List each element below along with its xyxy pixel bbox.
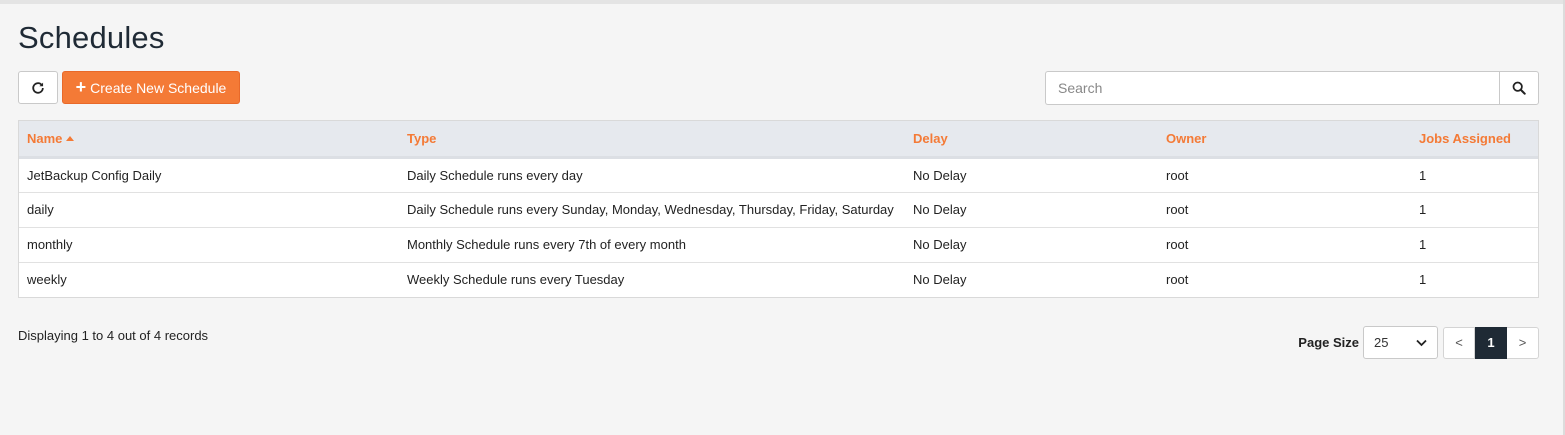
cell-type: Daily Schedule runs every day: [407, 167, 583, 183]
table-row[interactable]: JetBackup Config Daily Daily Schedule ru…: [19, 157, 1538, 192]
search-icon: [1512, 81, 1526, 95]
cell-owner: root: [1158, 261, 1411, 297]
cell-jobs-assigned: 1: [1411, 261, 1538, 297]
cell-name: daily: [19, 191, 399, 227]
cell-type: Monthly Schedule runs every 7th of every…: [399, 226, 905, 262]
records-info: Displaying 1 to 4 out of 4 records: [18, 328, 209, 343]
page-size-label: Page Size: [1298, 335, 1359, 350]
search-button[interactable]: [1499, 71, 1539, 105]
top-border: [0, 0, 1565, 4]
table-header-row: Name Type Delay Owner Jobs Assigned: [19, 121, 1538, 159]
table-row[interactable]: daily Daily Schedule runs every Sunday, …: [19, 191, 1538, 227]
refresh-icon: [32, 81, 44, 94]
cell-type: Weekly Schedule runs every Tuesday: [399, 261, 905, 297]
table-row[interactable]: monthly Monthly Schedule runs every 7th …: [19, 226, 1538, 262]
column-header-type[interactable]: Type: [399, 121, 905, 159]
column-header-owner[interactable]: Owner: [1158, 121, 1411, 159]
column-header-name[interactable]: Name: [19, 121, 399, 159]
page-size-value: 25: [1374, 335, 1389, 350]
cell-jobs-assigned: 1: [1411, 191, 1538, 227]
cell-name: JetBackup Config Daily: [27, 167, 162, 183]
cell-owner: root: [1166, 167, 1189, 183]
page-title: Schedules: [18, 20, 165, 55]
cell-delay: No Delay: [905, 261, 1158, 297]
page-size-select[interactable]: 25: [1363, 326, 1438, 359]
plus-icon: +: [75, 76, 87, 97]
chevron-down-icon: [1416, 339, 1427, 346]
next-page-button[interactable]: >: [1507, 326, 1539, 359]
cell-jobs-assigned: 1: [1419, 167, 1427, 183]
search-input[interactable]: [1045, 71, 1499, 105]
previous-page-button[interactable]: <: [1443, 326, 1475, 359]
create-button-label: Create New Schedule: [90, 79, 227, 96]
refresh-button[interactable]: [18, 71, 58, 104]
column-header-jobs-assigned[interactable]: Jobs Assigned: [1411, 121, 1538, 159]
column-header-delay[interactable]: Delay: [905, 121, 1158, 159]
sort-ascending-icon: [66, 135, 75, 141]
cell-owner: root: [1158, 191, 1411, 227]
search-group: [1045, 71, 1539, 105]
cell-name: monthly: [19, 226, 399, 262]
cell-delay: No Delay: [913, 167, 967, 183]
cell-type: Daily Schedule runs every Sunday, Monday…: [399, 191, 905, 227]
pagination: Page Size 25 < 1 >: [1298, 326, 1539, 359]
cell-delay: No Delay: [905, 226, 1158, 262]
create-new-schedule-button[interactable]: + Create New Schedule: [62, 71, 240, 104]
cell-delay: No Delay: [905, 191, 1158, 227]
schedules-table: Name Type Delay Owner Jobs Assigned JetB…: [18, 120, 1539, 298]
toolbar: + Create New Schedule: [18, 71, 1539, 105]
table-row[interactable]: weekly Weekly Schedule runs every Tuesda…: [19, 261, 1538, 297]
page-1-button[interactable]: 1: [1475, 326, 1507, 359]
cell-owner: root: [1158, 226, 1411, 262]
cell-jobs-assigned: 1: [1411, 226, 1538, 262]
cell-name: weekly: [19, 261, 399, 297]
